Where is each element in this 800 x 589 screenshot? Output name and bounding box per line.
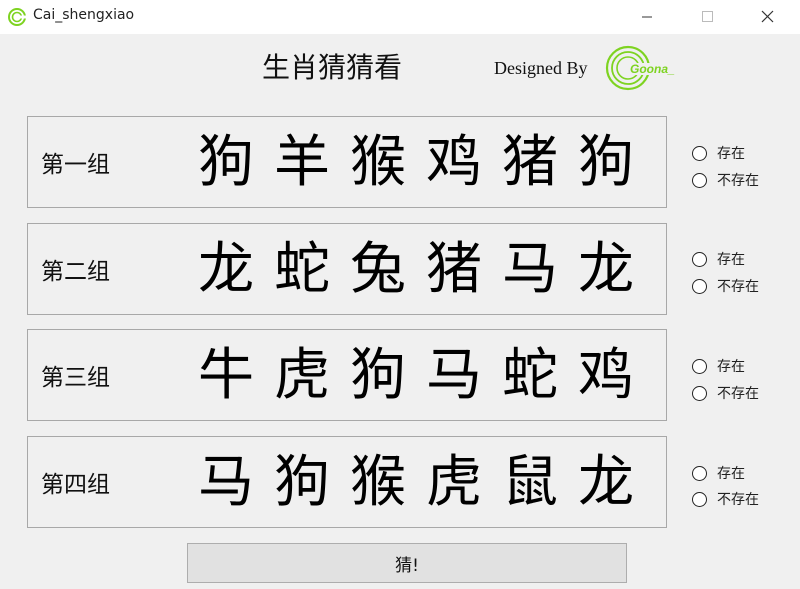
radio-button-icon[interactable] — [692, 358, 707, 374]
group-4-exists-radio[interactable]: 存在 — [692, 463, 745, 483]
radio-button-icon[interactable] — [692, 465, 707, 481]
minimize-icon — [642, 16, 652, 18]
animal-char: 蛇 — [502, 343, 558, 408]
designed-by-label: Designed By — [494, 58, 588, 78]
close-icon — [761, 10, 774, 23]
animal-char: 狗 — [578, 130, 634, 195]
maximize-icon — [702, 11, 713, 22]
animal-char: 狗 — [350, 343, 406, 408]
radio-label[interactable]: 存在 — [717, 249, 745, 269]
group-2-exists-radio[interactable]: 存在 — [692, 249, 745, 269]
animal-char: 羊 — [274, 130, 330, 195]
animal-char: 狗 — [274, 450, 330, 515]
radio-label[interactable]: 不存在 — [717, 489, 759, 509]
group-1-not-exists-radio[interactable]: 不存在 — [692, 170, 759, 190]
animal-char: 龙 — [578, 237, 634, 302]
maximize-button[interactable] — [684, 0, 730, 34]
minimize-button[interactable] — [624, 0, 670, 34]
animal-char: 虎 — [426, 450, 482, 515]
animal-list: 牛 虎 狗 马 蛇 鸡 — [188, 340, 644, 412]
animal-list: 马 狗 猴 虎 鼠 龙 — [188, 447, 644, 519]
app-icon — [8, 8, 26, 26]
group-2-panel: 第二组 龙 蛇 兔 猪 马 龙 — [27, 223, 667, 315]
radio-label[interactable]: 不存在 — [717, 170, 759, 190]
radio-label[interactable]: 不存在 — [717, 276, 759, 296]
radio-button-icon[interactable] — [692, 145, 707, 161]
radio-button-icon[interactable] — [692, 491, 707, 507]
radio-button-icon[interactable] — [692, 251, 707, 267]
group-label: 第三组 — [41, 365, 110, 391]
close-button[interactable] — [744, 0, 790, 34]
radio-label[interactable]: 不存在 — [717, 383, 759, 403]
animal-char: 牛 — [198, 343, 254, 408]
radio-button-icon[interactable] — [692, 172, 707, 188]
window-title: Cai_shengxiao — [33, 7, 135, 23]
guess-button[interactable]: 猜! — [187, 543, 627, 583]
logo-text: Goona_ — [630, 62, 675, 76]
page-title: 生肖猜猜看 — [261, 51, 402, 84]
radio-label[interactable]: 存在 — [717, 463, 745, 483]
animal-list: 狗 羊 猴 鸡 猪 狗 — [188, 127, 644, 199]
animal-char: 马 — [502, 237, 558, 302]
group-3-exists-radio[interactable]: 存在 — [692, 356, 745, 376]
animal-char: 猪 — [426, 237, 482, 302]
animal-char: 蛇 — [274, 237, 330, 302]
animal-char: 鼠 — [502, 450, 558, 515]
radio-button-icon[interactable] — [692, 278, 707, 294]
group-1-exists-radio[interactable]: 存在 — [692, 143, 745, 163]
goona-logo: Goona_ — [605, 45, 684, 91]
radio-label[interactable]: 存在 — [717, 143, 745, 163]
animal-list: 龙 蛇 兔 猪 马 龙 — [188, 234, 644, 306]
group-1-panel: 第一组 狗 羊 猴 鸡 猪 狗 — [27, 116, 667, 208]
group-4-panel: 第四组 马 狗 猴 虎 鼠 龙 — [27, 436, 667, 528]
animal-char: 马 — [198, 450, 254, 515]
group-label: 第一组 — [41, 152, 110, 178]
animal-char: 马 — [426, 343, 482, 408]
animal-char: 龙 — [578, 450, 634, 515]
radio-button-icon[interactable] — [692, 385, 707, 401]
group-label: 第四组 — [41, 472, 110, 498]
animal-char: 猪 — [502, 130, 558, 195]
animal-char: 猴 — [350, 130, 406, 195]
animal-char: 虎 — [274, 343, 330, 408]
animal-char: 猴 — [350, 450, 406, 515]
animal-char: 兔 — [350, 237, 406, 302]
animal-char: 龙 — [198, 237, 254, 302]
group-label: 第二组 — [41, 259, 110, 285]
group-4-not-exists-radio[interactable]: 不存在 — [692, 489, 759, 509]
animal-char: 鸡 — [426, 130, 482, 195]
group-3-panel: 第三组 牛 虎 狗 马 蛇 鸡 — [27, 329, 667, 421]
window-titlebar: Cai_shengxiao — [0, 0, 800, 34]
radio-label[interactable]: 存在 — [717, 356, 745, 376]
group-3-not-exists-radio[interactable]: 不存在 — [692, 383, 759, 403]
animal-char: 鸡 — [578, 343, 634, 408]
animal-char: 狗 — [198, 130, 254, 195]
group-2-not-exists-radio[interactable]: 不存在 — [692, 276, 759, 296]
